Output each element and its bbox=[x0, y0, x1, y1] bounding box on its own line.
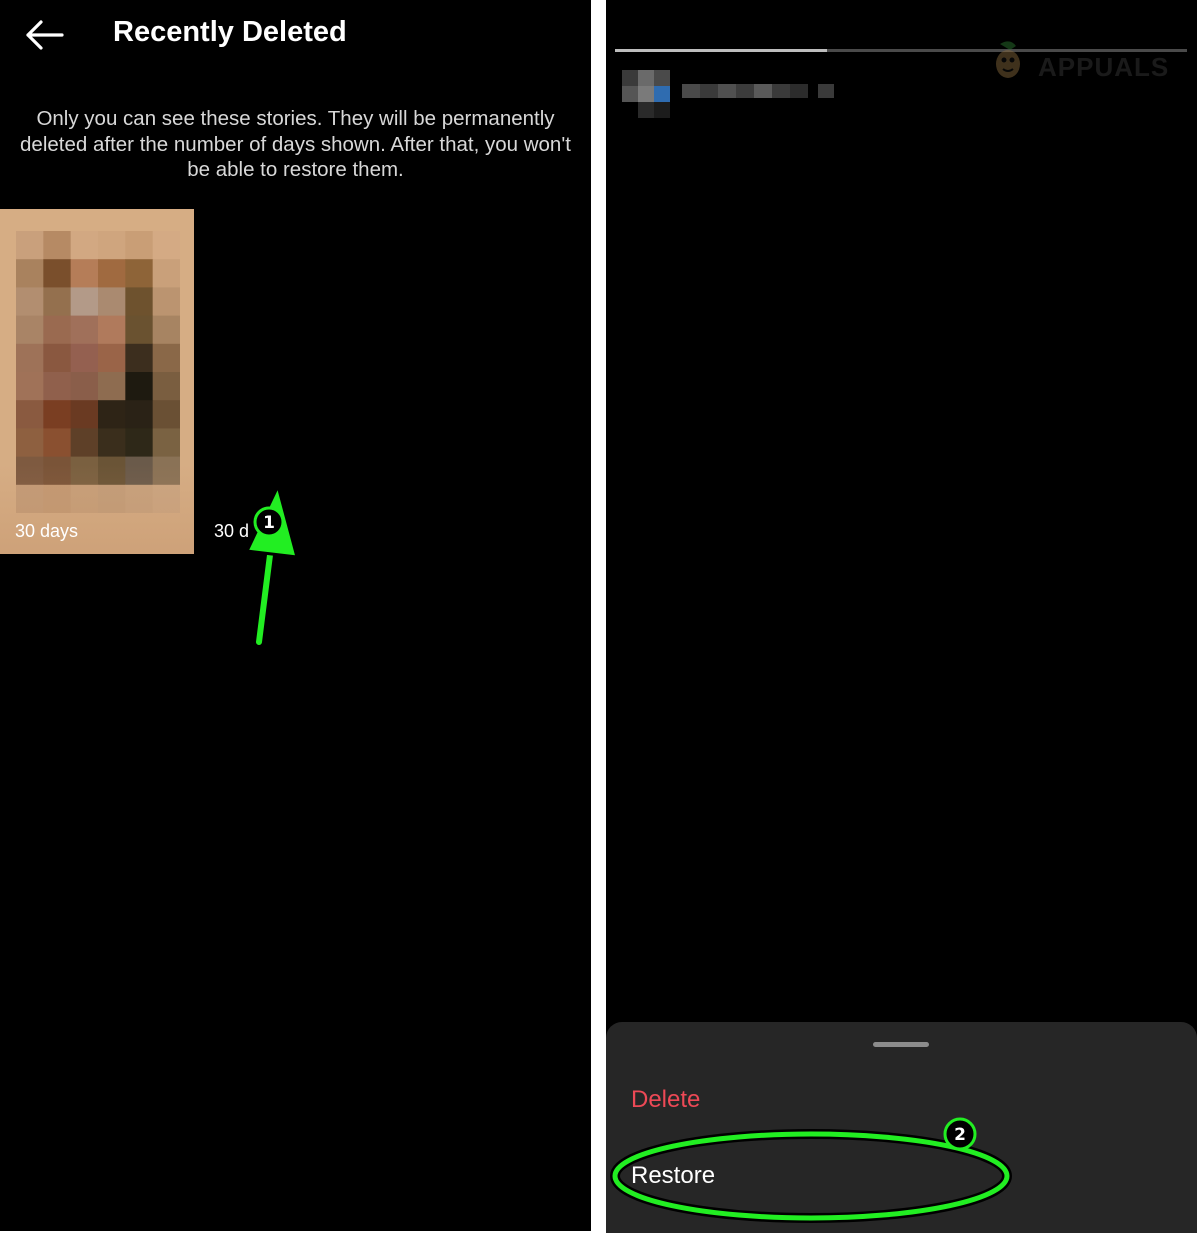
story-viewer-screen: APPUALS Delete Restore bbox=[606, 0, 1197, 1233]
info-text: Only you can see these stories. They wil… bbox=[20, 107, 571, 181]
story-options-sheet: Delete Restore bbox=[606, 1022, 1197, 1233]
deleted-story-thumbnail-2[interactable]: 30 d bbox=[200, 209, 396, 554]
restore-option[interactable]: Restore bbox=[631, 1162, 715, 1190]
arrow-left-icon bbox=[26, 20, 64, 50]
watermark-text: APPUALS bbox=[1038, 52, 1170, 82]
deleted-story-thumbnail[interactable]: 30 days bbox=[0, 209, 194, 554]
delete-option[interactable]: Delete bbox=[631, 1086, 700, 1114]
recently-deleted-screen: Recently Deleted Only you can see these … bbox=[0, 0, 591, 1231]
sheet-drag-handle[interactable] bbox=[873, 1042, 929, 1047]
pixelated-user-header bbox=[622, 70, 834, 118]
page-title: Recently Deleted bbox=[113, 16, 347, 48]
days-remaining-label-2: 30 d bbox=[214, 521, 250, 541]
back-button[interactable] bbox=[22, 18, 66, 54]
watermark: APPUALS bbox=[978, 38, 1188, 86]
story-progress-fill bbox=[615, 49, 827, 52]
days-remaining-label: 30 days bbox=[15, 521, 79, 541]
appuals-mascot-icon bbox=[996, 41, 1020, 78]
